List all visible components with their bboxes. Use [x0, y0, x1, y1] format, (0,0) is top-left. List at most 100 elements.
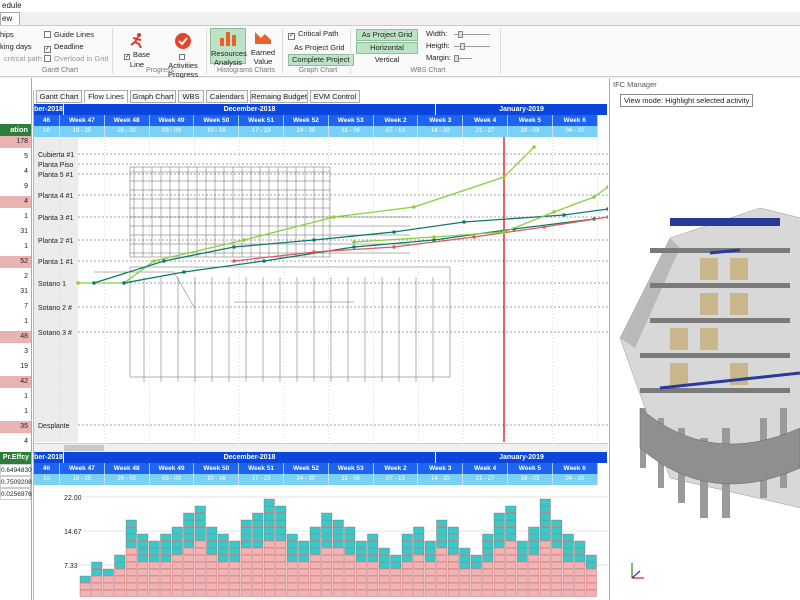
histogram-cell [217, 575, 229, 583]
scrollbar-thumb[interactable] [64, 445, 104, 451]
margin-slider[interactable] [454, 55, 472, 62]
histogram-cell [390, 561, 402, 569]
histogram-cell [539, 582, 551, 590]
histogram-cell [194, 505, 206, 513]
option-critical-path[interactable]: critical path [4, 54, 42, 64]
earned-value-icon [255, 32, 271, 44]
option-deadline[interactable]: ✓ Deadline [44, 42, 84, 53]
week-header: Week 3 [418, 463, 464, 474]
height-slider[interactable] [454, 43, 490, 50]
histogram-cell [355, 589, 367, 597]
histogram-cell [194, 512, 206, 520]
group-separator [500, 28, 501, 74]
left-grid-cell: 1 [24, 408, 28, 415]
histogram-cell [574, 561, 586, 569]
earned-value-button[interactable]: Earned Value [250, 28, 276, 66]
option-horizontal[interactable]: Horizontal [356, 42, 418, 54]
histogram-cell [459, 561, 471, 569]
histogram-cell [493, 589, 505, 597]
histogram-cell [436, 554, 448, 562]
flow-lines-chart[interactable]: Cubierta #1 Planta Piso Planta 5 #1 Planta … [34, 137, 608, 442]
option-critical-path-graph[interactable]: ✓ Critical Path [288, 29, 338, 40]
checkbox-icon [178, 54, 185, 60]
histogram-cell [206, 568, 218, 576]
histogram-cell [516, 540, 528, 548]
ribbon-tab[interactable]: ew [0, 12, 20, 25]
histogram-cell [482, 568, 494, 576]
left-grid-cell: 178 [0, 136, 31, 148]
histogram-cell [148, 575, 160, 583]
histogram-cell [148, 547, 160, 555]
histogram-cell [505, 582, 517, 590]
histogram-cell [367, 554, 379, 562]
checkbox-icon [44, 31, 51, 38]
ifc-3d-model-view[interactable] [610, 178, 800, 598]
option-graph-as-grid[interactable]: As Project Grid [294, 43, 344, 53]
histogram-cell [240, 561, 252, 569]
option-guide-lines[interactable]: Guide Lines [44, 30, 94, 40]
tab-evm-control[interactable]: EVM Control [310, 90, 360, 103]
histogram-cell [401, 582, 413, 590]
histogram-cell [551, 533, 563, 541]
option-overload-grid[interactable]: Overload in Grid [44, 54, 109, 64]
slider-thumb[interactable] [460, 43, 465, 50]
histogram-cell [275, 589, 287, 597]
day-range-header: 28 - 03 [508, 474, 553, 485]
histogram-cell [332, 568, 344, 576]
histogram-cell [125, 519, 137, 527]
histogram-cell [275, 519, 287, 527]
level-label: Planta 2 #1 [38, 238, 74, 245]
histogram-cell [367, 540, 379, 548]
slider-thumb[interactable] [458, 31, 463, 38]
option-complete-project[interactable]: Complete Project [288, 54, 354, 66]
histogram-cell [424, 540, 436, 548]
histogram-cell [263, 554, 275, 562]
histogram-cell [528, 589, 540, 597]
histogram-cell [137, 554, 149, 562]
width-slider[interactable] [454, 31, 490, 38]
histogram-bar [459, 547, 471, 597]
option-label: As Project Grid [361, 30, 413, 39]
histogram-cell [125, 589, 137, 597]
histogram-cell [390, 575, 402, 583]
efficiency-cell: 0.7509208 [0, 476, 32, 488]
option-working-days[interactable]: king days [0, 42, 32, 52]
baseline-button[interactable]: ✓ Base Line [122, 32, 152, 69]
histogram-cell [171, 540, 183, 548]
left-grid-cell: 3 [24, 348, 28, 355]
option-vertical[interactable]: Vertical [356, 55, 418, 65]
option-label: Guide Lines [54, 30, 95, 39]
week-header: Week 6 [552, 115, 598, 126]
horizontal-scrollbar[interactable] [34, 443, 608, 452]
tab-flow-lines[interactable]: Flow Lines [84, 90, 128, 103]
histogram-cell [240, 575, 252, 583]
day-range-header: 04 - 10 [552, 126, 598, 137]
histogram-cell [493, 512, 505, 520]
day-range-header: 31 - 06 [328, 474, 374, 485]
group-separator [112, 28, 113, 74]
tab-calendars[interactable]: Calendars [206, 90, 248, 103]
histogram-cell [183, 519, 195, 527]
tab-gantt-chart[interactable]: Gantt Chart [36, 90, 82, 103]
histogram-cell [562, 547, 574, 555]
histogram-cell [252, 589, 264, 597]
option-relationships[interactable]: hips [0, 30, 14, 40]
histogram-cell [355, 568, 367, 576]
tab-remaing-budget[interactable]: Remaing Budget [250, 90, 308, 103]
slider-thumb[interactable] [454, 55, 459, 62]
histogram-cell [528, 547, 540, 555]
tab-graph-chart[interactable]: Graph Chart [130, 90, 176, 103]
histogram-cell [206, 554, 218, 562]
tab-wbs[interactable]: WBS [178, 90, 204, 103]
histogram-cell [562, 540, 574, 548]
resource-histogram[interactable]: 22.00 14.67 7.33 [34, 485, 608, 600]
histogram-cell [436, 582, 448, 590]
left-grid-cell: 7 [24, 303, 28, 310]
month-header: December-2018 [64, 452, 436, 463]
option-wbs-as-grid[interactable]: As Project Grid [356, 29, 418, 41]
histogram-cell [240, 568, 252, 576]
histogram-cell [401, 561, 413, 569]
histogram-cell [171, 547, 183, 555]
resources-analysis-button[interactable]: Resources Analysis [210, 28, 247, 67]
week-header: Week 2 [373, 463, 419, 474]
